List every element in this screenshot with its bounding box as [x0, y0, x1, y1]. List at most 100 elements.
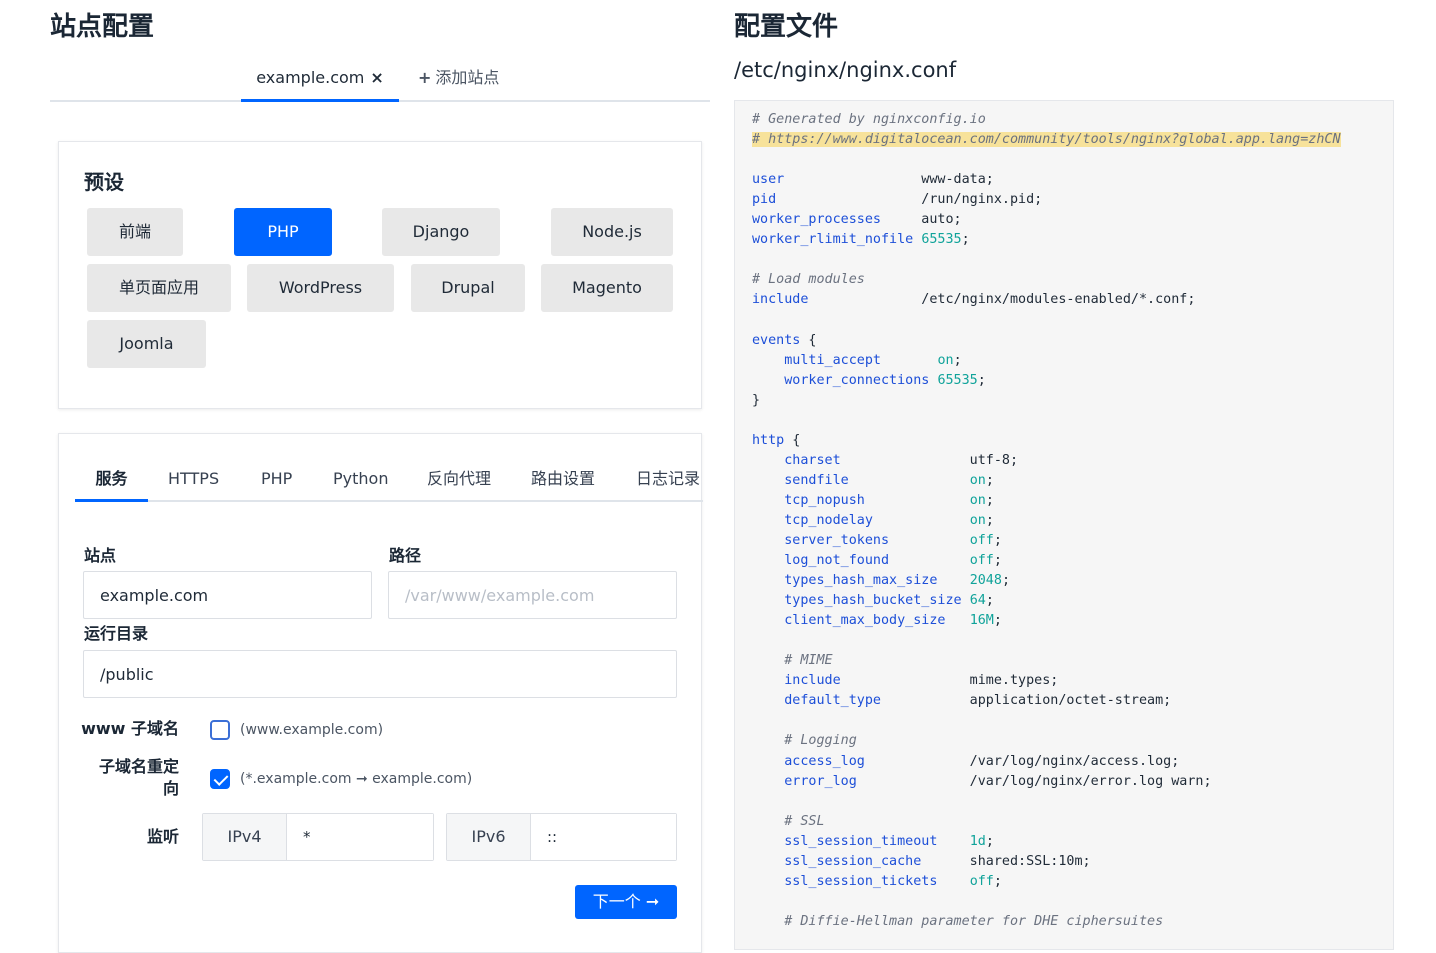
next-button[interactable]: 下一个 ➞ — [575, 885, 677, 919]
tab-python[interactable]: Python — [333, 456, 388, 502]
code-token: # MIME — [784, 653, 833, 669]
code-line: worker_rlimit_nofile 65535; — [752, 230, 1341, 250]
nginx-config-code: # Generated by nginxconfig.io # https://w… — [752, 110, 1341, 932]
ipv6-label: IPv6 — [447, 814, 531, 860]
ipv4-input[interactable] — [287, 814, 433, 860]
code-line: tcp_nodelay on; — [752, 511, 1341, 531]
code-token: 65535 — [937, 372, 978, 388]
code-token: ; — [985, 512, 994, 528]
code-token: utf-8; — [840, 452, 1019, 468]
code-token: include — [752, 292, 809, 308]
preset-nodejs-button[interactable]: Node.js — [551, 208, 673, 256]
preset-spa-button[interactable]: 单页面应用 — [87, 264, 231, 312]
server-config-card: 服务 HTTPS PHP Python 反向代理 路由设置 日志记录 站点 路径… — [58, 433, 703, 953]
code-token: ssl_session_tickets — [784, 873, 938, 889]
path-input[interactable] — [388, 571, 677, 619]
code-token: pid — [752, 192, 777, 208]
subdomain-redirect-checkbox[interactable] — [210, 769, 230, 789]
tab-php[interactable]: PHP — [261, 456, 292, 502]
subdomain-redirect-label-line1: 子域名重定 — [98, 757, 179, 776]
tab-reverse-proxy[interactable]: 反向代理 — [427, 456, 491, 502]
site-input[interactable] — [83, 571, 372, 619]
code-token: ; — [985, 472, 994, 488]
code-token: log_not_found — [784, 553, 890, 569]
close-icon[interactable]: × — [370, 68, 383, 87]
code-token: ; — [985, 492, 994, 508]
tab-https[interactable]: HTTPS — [168, 456, 219, 502]
code-token: ; — [985, 593, 994, 609]
code-token: off — [969, 532, 994, 548]
code-token: ssl_session_cache — [784, 853, 922, 869]
tab-logging[interactable]: 日志记录 — [636, 456, 700, 502]
preset-magento-button[interactable]: Magento — [541, 264, 673, 312]
code-token: # https://www.digitalocean.com/community… — [752, 132, 1341, 148]
site-tab-example[interactable]: example.com × — [241, 56, 399, 102]
plus-icon: + — [418, 68, 432, 87]
subdomain-redirect-label-line2: 向 — [162, 779, 179, 798]
code-token: sendfile — [784, 472, 849, 488]
preset-django-button[interactable]: Django — [382, 208, 500, 256]
code-line: # Diffie-Hellman parameter for DHE ciphe… — [752, 912, 1341, 932]
ipv4-listen-group: IPv4 — [202, 813, 434, 861]
code-token: ; — [953, 352, 962, 368]
preset-wordpress-button[interactable]: WordPress — [247, 264, 394, 312]
tab-routing[interactable]: 路由设置 — [531, 456, 595, 502]
code-viewer[interactable]: # Generated by nginxconfig.io # https://w… — [734, 100, 1394, 950]
code-line: events { — [752, 331, 1341, 351]
www-subdomain-label: www 子域名 — [81, 719, 179, 738]
code-token: ; — [993, 613, 1002, 629]
preset-joomla-button[interactable]: Joomla — [87, 320, 206, 368]
code-token: # Generated by nginxconfig.io — [752, 112, 986, 127]
code-line: worker_connections 65535; — [752, 371, 1341, 391]
www-subdomain-checkbox[interactable] — [210, 720, 230, 740]
code-token: ; — [993, 873, 1002, 889]
code-token: /etc/nginx/modules-enabled/*.conf; — [808, 292, 1196, 308]
preset-php-button[interactable]: PHP — [234, 208, 332, 256]
code-line: # Logging — [752, 731, 1341, 751]
code-line: # Generated by nginxconfig.io — [752, 110, 1341, 130]
site-tabs: example.com × + 添加站点 — [50, 56, 710, 102]
add-site-label: 添加站点 — [435, 68, 500, 87]
code-token: off — [969, 873, 994, 889]
code-token: 64 — [969, 593, 986, 609]
code-line: server_tokens off; — [752, 531, 1341, 551]
code-token: off — [969, 553, 994, 569]
code-token: server_tokens — [784, 532, 890, 548]
code-token: on — [969, 512, 986, 528]
code-line: # Load modules — [752, 270, 1341, 290]
ipv6-input[interactable] — [531, 814, 676, 860]
code-token: shared:SSL:10m; — [921, 853, 1091, 869]
path-label: 路径 — [389, 546, 422, 565]
code-line: # SSL — [752, 812, 1341, 832]
docroot-input[interactable] — [83, 650, 677, 698]
code-token: tcp_nodelay — [784, 512, 873, 528]
preset-frontend-button[interactable]: 前端 — [87, 208, 183, 256]
code-token: error_log — [784, 773, 857, 789]
code-token: www-data; — [784, 172, 994, 188]
presets-title: 预设 — [84, 170, 124, 194]
tab-server[interactable]: 服务 — [75, 456, 148, 502]
preset-drupal-button[interactable]: Drupal — [411, 264, 525, 312]
code-token: 1d — [969, 833, 986, 849]
add-site-button[interactable]: + 添加站点 — [418, 56, 499, 102]
